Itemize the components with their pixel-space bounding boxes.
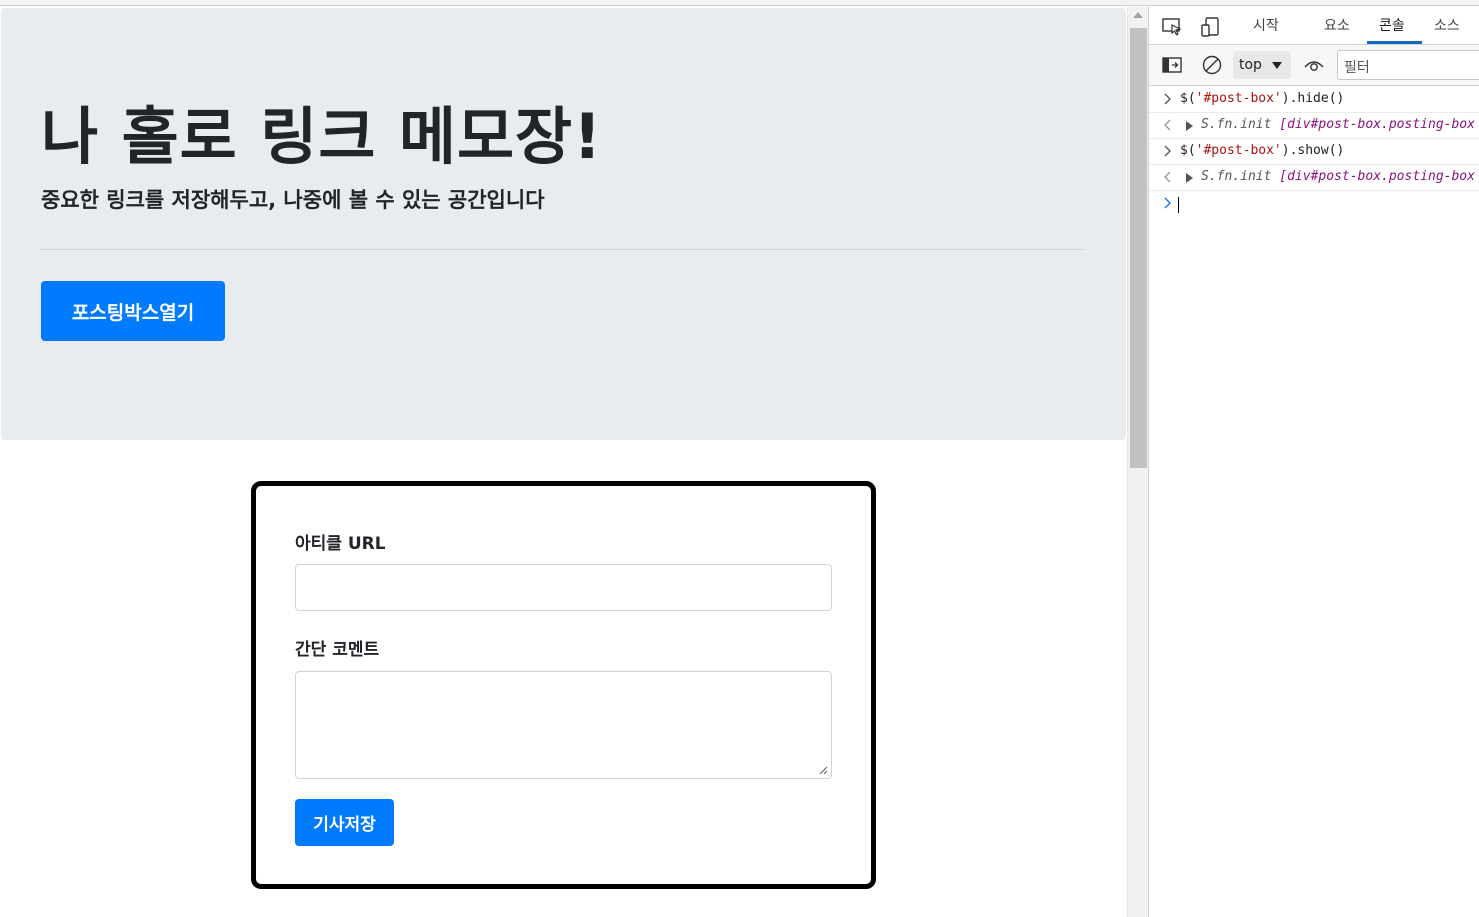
console-prompt-line[interactable] (1149, 191, 1479, 217)
post-box: 아티클 URL 간단 코멘트 기사저장 (251, 481, 876, 889)
console-code-post: ).show() (1281, 143, 1345, 158)
console-result-line[interactable]: S.fn.init [div#post-box.posting-box (1149, 113, 1479, 139)
output-chevron-icon (1164, 171, 1171, 183)
scroll-up-arrow-icon[interactable] (1133, 12, 1143, 18)
page-lead: 중요한 링크를 저장해두고, 나중에 볼 수 있는 공간입니다 (41, 188, 545, 212)
url-label: 아티클 URL (295, 534, 386, 554)
devtools-tab-bar: 시작 요소 콘솔 소스 (1149, 7, 1479, 45)
console-result-object: [div#post-box.posting-box (1279, 169, 1475, 184)
chevron-down-icon (1272, 62, 1282, 69)
live-expression-eye-icon[interactable] (1303, 54, 1325, 76)
resize-grip-icon[interactable] (818, 765, 828, 775)
console-toolbar: top 필터 (1149, 46, 1479, 86)
console-code-pre: $( (1180, 91, 1196, 106)
comment-label: 간단 코멘트 (295, 640, 380, 660)
filter-placeholder: 필터 (1344, 60, 1370, 76)
console-result-type: S.fn.init (1201, 117, 1280, 132)
comment-textarea[interactable] (295, 671, 832, 779)
inspect-element-icon[interactable] (1161, 16, 1183, 38)
context-selector-value: top (1239, 57, 1262, 73)
console-result-line[interactable]: S.fn.init [div#post-box.posting-box (1149, 165, 1479, 191)
show-sidebar-icon[interactable] (1161, 54, 1183, 76)
browser-top-edge (0, 0, 1479, 6)
output-chevron-icon (1164, 119, 1171, 131)
tab-elements[interactable]: 요소 (1324, 15, 1350, 35)
expand-triangle-icon[interactable] (1186, 173, 1193, 183)
devtools-panel: 시작 요소 콘솔 소스 top 필터 $('#post-box').hide()… (1148, 7, 1479, 917)
open-posting-box-button[interactable]: 포스팅박스열기 (41, 281, 225, 341)
tab-start[interactable]: 시작 (1253, 15, 1279, 35)
divider (41, 249, 1085, 250)
page-title: 나 홀로 링크 메모장! (41, 100, 603, 173)
console-input-line[interactable]: $('#post-box').hide() (1149, 87, 1479, 113)
url-input[interactable] (295, 564, 832, 611)
prompt-chevron-icon (1164, 197, 1171, 209)
save-article-button[interactable]: 기사저장 (295, 799, 394, 846)
jumbotron: 나 홀로 링크 메모장! 중요한 링크를 저장해두고, 나중에 볼 수 있는 공… (1, 8, 1126, 440)
page-scrollbar[interactable] (1127, 7, 1148, 917)
console-output: $('#post-box').hide() S.fn.init [div#pos… (1149, 87, 1479, 917)
context-selector[interactable]: top (1233, 51, 1291, 79)
console-filter-input[interactable]: 필터 (1337, 50, 1479, 80)
expand-triangle-icon[interactable] (1186, 121, 1193, 131)
tab-sources[interactable]: 소스 (1434, 15, 1460, 35)
active-tab-indicator (1367, 41, 1422, 44)
console-code-string: '#post-box' (1195, 91, 1282, 106)
input-chevron-icon (1164, 93, 1171, 105)
scroll-thumb[interactable] (1130, 28, 1147, 468)
console-result-type: S.fn.init (1201, 169, 1280, 184)
tab-console[interactable]: 콘솔 (1379, 15, 1405, 35)
console-input-line[interactable]: $('#post-box').show() (1149, 139, 1479, 165)
page-viewport: 나 홀로 링크 메모장! 중요한 링크를 저장해두고, 나중에 볼 수 있는 공… (0, 7, 1127, 917)
device-emulation-icon[interactable] (1200, 16, 1222, 38)
input-chevron-icon (1164, 145, 1171, 157)
console-code-pre: $( (1180, 143, 1196, 158)
console-code-string: '#post-box' (1195, 143, 1282, 158)
console-code-post: ).hide() (1281, 91, 1345, 106)
text-caret (1178, 197, 1179, 213)
clear-console-icon[interactable] (1201, 54, 1223, 76)
console-result-object: [div#post-box.posting-box (1279, 117, 1475, 132)
